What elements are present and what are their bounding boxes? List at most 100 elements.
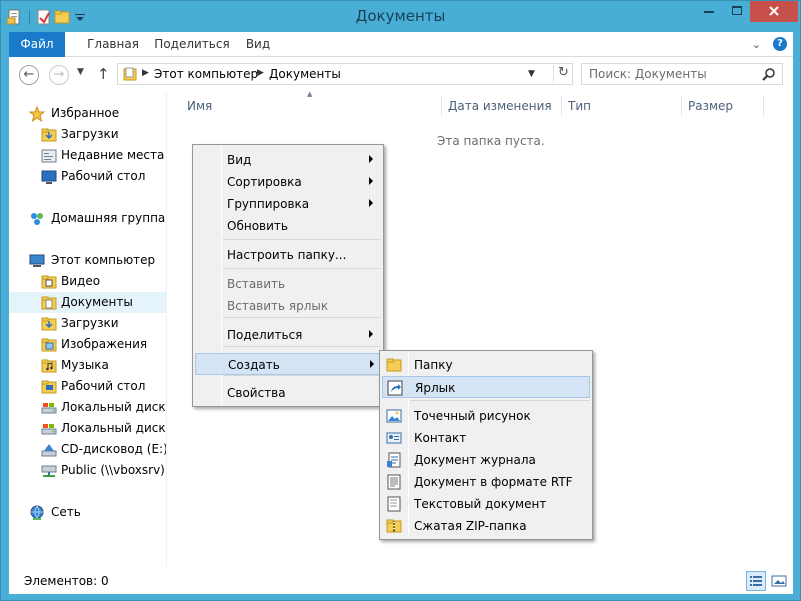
menu-item-label: Поделиться: [227, 328, 303, 342]
forward-button[interactable]: →: [49, 65, 69, 85]
nav-item[interactable]: Локальный диск (C: [9, 397, 166, 418]
create-menu-item[interactable]: Документ в формате RTF: [382, 471, 590, 493]
nav-item[interactable]: Избранное: [9, 103, 166, 124]
maximize-button[interactable]: [723, 1, 750, 22]
search-icon[interactable]: [762, 67, 776, 81]
sort-ascending-icon: ▲: [307, 90, 313, 98]
documents-folder-icon: [41, 295, 57, 311]
recent-locations-icon[interactable]: ▼: [77, 67, 84, 77]
tab-share[interactable]: Поделиться: [147, 32, 237, 57]
nav-item[interactable]: Музыка: [9, 355, 166, 376]
empty-folder-message: Эта папка пуста.: [437, 134, 545, 148]
tab-view[interactable]: Вид: [237, 32, 279, 57]
menu-item-label: Ярлык: [415, 381, 456, 395]
address-history-dropdown-icon[interactable]: ▼: [528, 69, 535, 79]
menu-item-label: Вставить: [227, 277, 286, 291]
drive-icon: [41, 421, 57, 437]
nav-item-label: Домашняя группа: [51, 211, 166, 225]
refresh-icon[interactable]: ↻: [553, 65, 573, 83]
navigation-pane[interactable]: Избранное Загрузки Недавние места Рабочий с…: [9, 92, 167, 567]
create-menu-item[interactable]: Сжатая ZIP-папка: [382, 515, 590, 537]
back-arrow-icon: ←: [23, 67, 35, 82]
menu-item-label: Документ журнала: [414, 453, 536, 467]
create-menu-item[interactable]: Текстовый документ: [382, 493, 590, 515]
create-menu-item[interactable]: Документ журнала: [382, 449, 590, 471]
menu-separator: [410, 400, 590, 401]
downloads-folder-icon: [41, 127, 57, 143]
large-icons-view-icon: [771, 575, 787, 587]
context-menu-item: Вставить: [195, 273, 381, 295]
nav-item[interactable]: Сеть: [9, 502, 166, 523]
back-button[interactable]: ←: [19, 65, 39, 85]
nav-item-label: Локальный диск (D: [61, 421, 166, 435]
column-separator[interactable]: [763, 96, 764, 116]
help-icon[interactable]: ?: [773, 37, 787, 51]
menu-item-label: Свойства: [227, 386, 286, 400]
nav-item[interactable]: Локальный диск (D: [9, 418, 166, 439]
column-separator[interactable]: [561, 96, 562, 116]
tab-file[interactable]: Файл: [9, 32, 65, 57]
nav-item-label: CD-дисковод (E:) Vi: [61, 442, 167, 456]
up-arrow-icon[interactable]: ↑: [97, 65, 110, 83]
context-menu-item[interactable]: Обновить: [195, 215, 381, 237]
large-icons-view-button[interactable]: [769, 571, 789, 591]
close-button[interactable]: [750, 1, 798, 22]
context-menu-item[interactable]: Настроить папку...: [195, 244, 381, 266]
breadcrumb-separator-icon[interactable]: ▶: [142, 68, 149, 78]
column-separator[interactable]: [681, 96, 682, 116]
column-header-size[interactable]: Размер: [688, 99, 733, 113]
nav-item[interactable]: Документы: [9, 292, 166, 313]
search-input[interactable]: [582, 64, 757, 84]
tab-home[interactable]: Главная: [73, 32, 153, 57]
context-menu-item[interactable]: Вид: [195, 149, 381, 171]
item-count: Элементов: 0: [24, 574, 109, 588]
bitmap-icon: [386, 408, 402, 424]
nav-item[interactable]: Этот компьютер: [9, 250, 166, 271]
column-header-type[interactable]: Тип: [568, 99, 591, 113]
create-menu-item[interactable]: Точечный рисунок: [382, 405, 590, 427]
context-menu: Вид Сортировка Группировка Обновить Настроит…: [192, 144, 384, 407]
downloads-folder-icon: [41, 316, 57, 332]
submenu-arrow-icon: [369, 177, 373, 185]
minimize-button[interactable]: [695, 1, 723, 22]
context-menu-item[interactable]: Свойства: [195, 382, 381, 404]
submenu-arrow-icon: [369, 330, 373, 338]
close-icon: [769, 6, 779, 16]
create-menu-item[interactable]: Ярлык: [382, 376, 590, 398]
breadcrumb-documents[interactable]: Документы: [269, 67, 341, 81]
pictures-folder-icon: [41, 337, 57, 353]
text-document-icon: [386, 496, 402, 512]
context-menu-item[interactable]: Поделиться: [195, 324, 381, 346]
column-header-date-modified[interactable]: Дата изменения: [448, 99, 552, 113]
details-view-button[interactable]: [746, 571, 766, 591]
context-menu-item[interactable]: Группировка: [195, 193, 381, 215]
context-menu-item[interactable]: Создать: [195, 353, 381, 375]
nav-item[interactable]: CD-дисковод (E:) Vi: [9, 439, 167, 460]
nav-item[interactable]: Загрузки: [9, 313, 166, 334]
nav-item[interactable]: Public (\\vboxsrv) (F: [9, 460, 166, 481]
menu-item-label: Сортировка: [227, 175, 302, 189]
nav-item[interactable]: Изображения: [9, 334, 166, 355]
nav-item[interactable]: Недавние места: [9, 145, 166, 166]
create-menu-item[interactable]: Контакт: [382, 427, 590, 449]
expand-ribbon-icon[interactable]: ⌄: [752, 38, 761, 51]
title-bar[interactable]: Документы: [1, 1, 800, 32]
menu-separator: [223, 346, 381, 347]
address-bar[interactable]: ▶ Этот компьютер ▶ Документы ▼ ↻: [117, 63, 573, 85]
nav-item[interactable]: Рабочий стол: [9, 376, 166, 397]
breadcrumb-separator-icon[interactable]: ▶: [257, 68, 264, 78]
menu-item-label: Сжатая ZIP-папка: [414, 519, 527, 533]
column-separator[interactable]: [441, 96, 442, 116]
create-menu-item[interactable]: Папку: [382, 354, 590, 376]
menu-item-label: Папку: [414, 358, 453, 372]
details-view-icon: [750, 576, 762, 586]
column-header-name[interactable]: Имя: [187, 99, 212, 113]
nav-item[interactable]: Видео: [9, 271, 166, 292]
menu-item-label: Обновить: [227, 219, 288, 233]
breadcrumb-this-pc[interactable]: Этот компьютер: [154, 67, 258, 81]
nav-item[interactable]: Рабочий стол: [9, 166, 166, 187]
nav-item[interactable]: Загрузки: [9, 124, 166, 145]
context-menu-item[interactable]: Сортировка: [195, 171, 381, 193]
nav-item[interactable]: Домашняя группа: [9, 208, 166, 229]
recent-places-icon: [41, 148, 57, 164]
